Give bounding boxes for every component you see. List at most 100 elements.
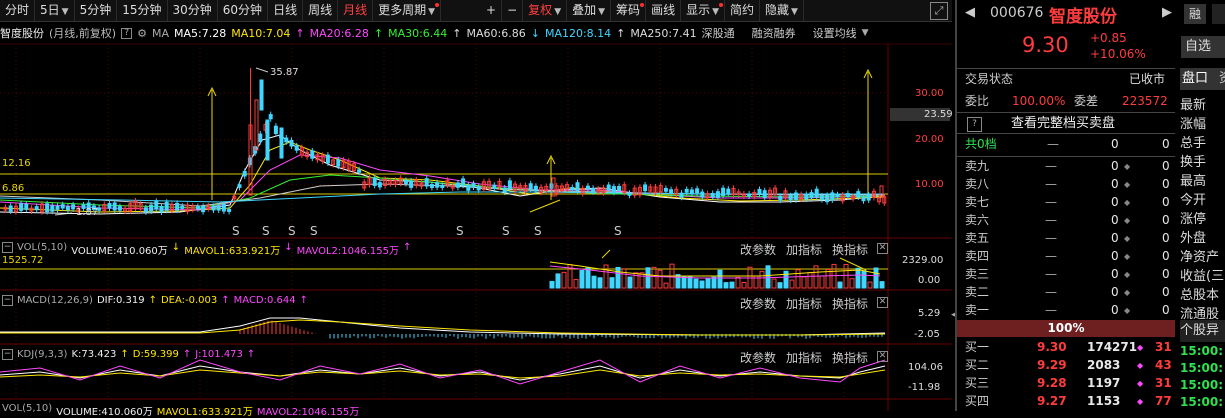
prev-stock-icon[interactable]: ◀ (965, 5, 975, 20)
side-field-label: 外盘 (1180, 231, 1207, 246)
candle-body (830, 192, 835, 201)
volume-bar (675, 274, 681, 289)
tick-time: 15:00: (1180, 361, 1223, 375)
change-param-button[interactable]: 改参数 (740, 295, 776, 312)
s-marker[interactable]: S (456, 224, 464, 238)
candle-body (825, 194, 830, 203)
macd-histogram (239, 320, 883, 339)
change-param-button[interactable]: 改参数 (740, 349, 776, 366)
swap-indicator-button[interactable]: 换指标 (832, 241, 868, 258)
macd-title: MACD(12,26,9) (17, 295, 93, 306)
hline-label-low: 6.86 (2, 183, 25, 194)
volume-bar (585, 267, 591, 289)
candle-body (65, 206, 70, 211)
collapse-icon[interactable]: − (2, 242, 13, 253)
candle-body (461, 178, 466, 186)
add-indicator-button[interactable]: 加指标 (786, 295, 822, 312)
buy-row-vol: 2083 (1087, 358, 1121, 372)
sell-row-price: — (1045, 231, 1057, 245)
candle-body (289, 139, 294, 147)
volume-bar (591, 275, 597, 289)
next-stock-icon[interactable]: ▶ (1162, 5, 1172, 20)
sell-row-label: 卖二 (965, 285, 990, 299)
candle-body (585, 185, 590, 190)
side-field-label: 换手 (1180, 155, 1207, 170)
weicha-label: 委差 (1074, 94, 1099, 108)
macd-panel-actions: 改参数 加指标 换指标 (740, 295, 868, 312)
add-watchlist-button[interactable]: 自选 (1181, 36, 1225, 58)
candle-body (55, 205, 60, 210)
candle-body (611, 186, 616, 193)
candle-body (507, 180, 512, 189)
sell-row-label: 卖一 (965, 303, 990, 317)
change-param-button[interactable]: 改参数 (740, 241, 776, 258)
diamond-icon: ◆ (1137, 379, 1144, 388)
candle-body (211, 205, 216, 211)
candle-body (259, 79, 264, 111)
candle-body (778, 195, 783, 201)
s-marker[interactable]: S (232, 224, 240, 238)
rong-tag[interactable]: 融 (1184, 4, 1206, 24)
swap-indicator-button[interactable]: 换指标 (832, 295, 868, 312)
volume-bar (639, 272, 645, 289)
volume-bar (645, 267, 651, 289)
up-arrow-icon: ↑ (246, 349, 256, 360)
candle-body (242, 170, 247, 177)
add-indicator-button[interactable]: 加指标 (786, 349, 822, 366)
sell-row-label: 卖四 (965, 249, 990, 263)
vol-mavol2: MAVOL2:1046.155万 (296, 246, 399, 257)
add-indicator-button[interactable]: 加指标 (786, 241, 822, 258)
sell-row-count: 0 (1162, 231, 1170, 245)
sell-row-price: — (1045, 285, 1057, 299)
s-marker[interactable]: S (310, 224, 318, 238)
kdj-axis-top: 104.06 (908, 362, 943, 373)
swap-indicator-button[interactable]: 换指标 (832, 349, 868, 366)
vol-panel-actions: 改参数 加指标 换指标 (740, 241, 868, 258)
candle-body (34, 206, 39, 211)
buy-row-vol: 174271 (1087, 340, 1138, 354)
candle-body (570, 187, 575, 191)
price-axis-30: 30.00 (915, 88, 944, 99)
full-book-link[interactable]: 查看完整档买卖盘 (1011, 114, 1115, 133)
candle-body (689, 189, 694, 195)
candle-body (669, 189, 674, 194)
collapse-icon[interactable]: − (2, 295, 13, 306)
extra-tag[interactable] (1212, 4, 1225, 24)
kdj-title: KDJ(9,3,3) (17, 349, 68, 360)
buy-row-price: 9.27 (1037, 394, 1067, 408)
tab-other[interactable]: 资 (1219, 68, 1225, 90)
stock-name-title: 智度股份 (1049, 7, 1117, 27)
close-icon[interactable]: ✕ (877, 243, 888, 254)
candle-body (24, 203, 29, 210)
close-icon[interactable]: ✕ (877, 351, 888, 362)
s-marker[interactable]: S (534, 224, 542, 238)
candle-body (721, 187, 726, 196)
volume-bar (765, 265, 771, 289)
kdj-axis-bottom: -11.98 (908, 382, 941, 393)
candle-body (684, 188, 689, 193)
side-field-label: 涨停 (1180, 212, 1207, 227)
price-change: +0.85 (1090, 31, 1127, 45)
help-icon[interactable]: ? (967, 117, 982, 132)
close-icon[interactable]: ✕ (877, 297, 888, 308)
volume-bar (615, 266, 621, 289)
s-marker[interactable]: S (502, 224, 510, 238)
candle-body (149, 204, 154, 212)
s-marker[interactable]: S (288, 224, 296, 238)
macd-value: MACD:0.644 (233, 295, 296, 306)
trade-status-value: 已收市 (1129, 72, 1166, 86)
volume-bar (861, 270, 867, 289)
collapse-icon[interactable]: − (2, 349, 13, 360)
candle-body (107, 203, 112, 209)
sell-row-vol: 0 (1111, 267, 1119, 281)
kdj-j: J:101.473 (195, 349, 243, 360)
volume-bar (819, 275, 825, 289)
volume-bar (849, 278, 855, 289)
s-marker[interactable]: S (614, 224, 622, 238)
vol-left-value: 1525.72 (2, 255, 44, 266)
candle-body (216, 205, 221, 211)
candle-body (715, 191, 720, 198)
stock-anomaly-tab[interactable]: 个股异 (1180, 320, 1225, 342)
vol-axis-bottom: 0.00 (918, 275, 941, 286)
s-marker[interactable]: S (262, 224, 270, 238)
